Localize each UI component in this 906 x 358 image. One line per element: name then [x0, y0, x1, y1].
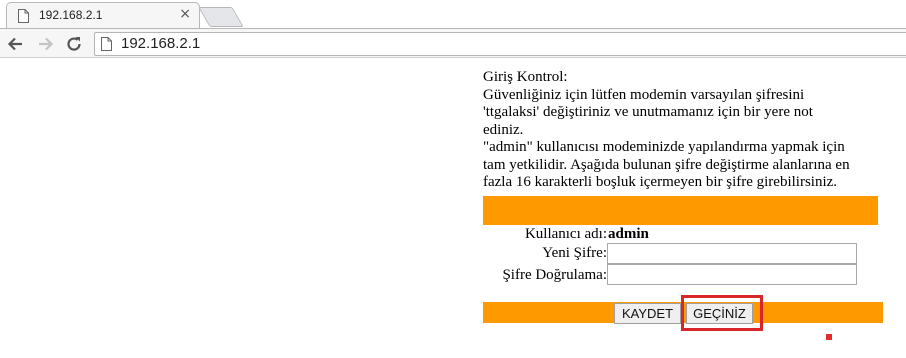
intro-line: ediniz. [483, 121, 524, 138]
confirm-password-input[interactable] [607, 264, 857, 285]
forward-arrow-icon[interactable] [35, 33, 57, 55]
tab-strip: 192.168.2.1 × [0, 0, 906, 29]
page-icon [18, 9, 29, 23]
confirm-password-label: Şifre Doğrulama: [502, 267, 607, 283]
intro-text: Giriş Kontrol: Güvenliğiniz için lütfen … [483, 69, 883, 192]
back-arrow-icon[interactable] [4, 33, 26, 55]
new-password-input[interactable] [607, 243, 857, 264]
intro-title: Giriş Kontrol: [483, 69, 568, 85]
url-text[interactable]: 192.168.2.1 [121, 35, 200, 52]
intro-line: Güvenliğiniz için lütfen modemin varsayı… [483, 86, 805, 103]
tab-title: 192.168.2.1 [39, 8, 103, 22]
username-value: admin [608, 226, 649, 242]
highlight-box [681, 295, 763, 331]
username-label: Kullanıcı adı: [524, 226, 607, 242]
address-bar[interactable]: 192.168.2.1 [94, 32, 906, 56]
close-icon[interactable]: × [179, 6, 191, 22]
browser-tab[interactable]: 192.168.2.1 × [6, 2, 200, 29]
page-icon [101, 37, 112, 51]
intro-line: fazla 16 karakterli boşluk içermeyen bir… [483, 174, 838, 190]
new-password-label: Yeni Şifre: [542, 245, 607, 261]
browser-toolbar: 192.168.2.1 [0, 28, 906, 58]
header-bar [483, 196, 878, 225]
save-button[interactable]: KAYDET [614, 303, 681, 324]
new-tab-button[interactable] [198, 7, 244, 27]
red-marker [826, 334, 832, 340]
reload-icon[interactable] [63, 33, 85, 55]
intro-line: "admin" kullanıcısı modeminizde yapıland… [483, 139, 845, 155]
intro-line: tam yetkilidir. Aşağıda bulunan şifre de… [483, 156, 850, 173]
intro-line: 'ttgalaksi' değiştiriniz ve unutmamanız … [483, 104, 813, 120]
